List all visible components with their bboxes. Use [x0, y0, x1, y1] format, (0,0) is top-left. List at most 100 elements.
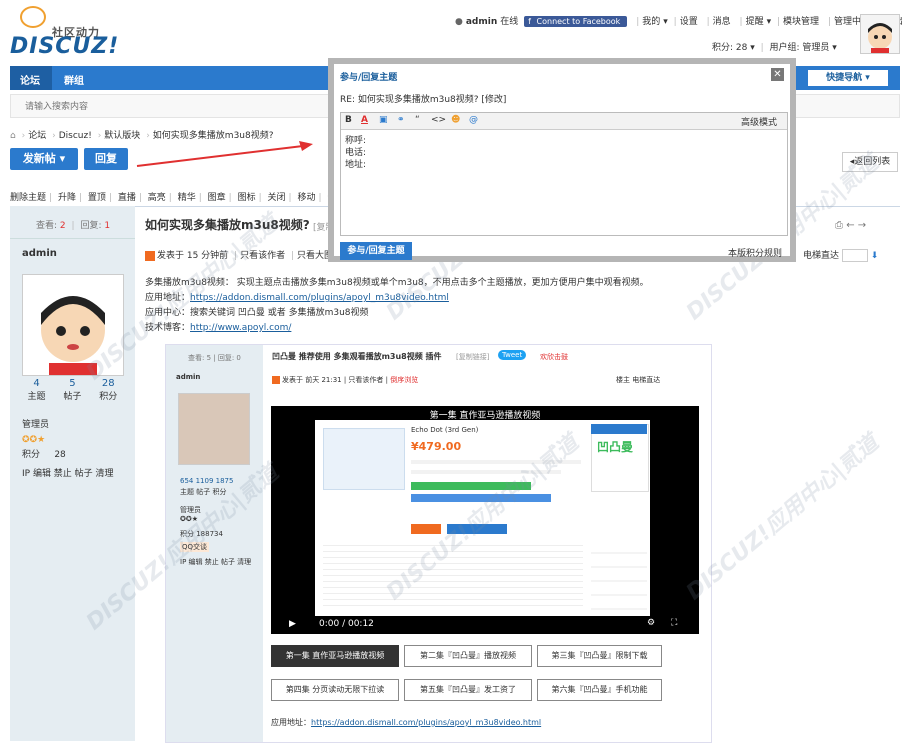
- view-stats: 查看: 2 | 回复: 1: [10, 206, 135, 239]
- username[interactable]: admin: [466, 17, 497, 27]
- episode-1-button[interactable]: 第一集 直作亚马逊播放视频: [271, 645, 399, 667]
- mod-sticky[interactable]: 置顶: [88, 193, 106, 203]
- content-line-1: 多集播放m3u8视频： 实现主题点击播放多集m3u8视频或单个m3u8，不用点击…: [145, 278, 649, 288]
- link-settings[interactable]: 设置: [680, 17, 698, 27]
- video-player[interactable]: 第一集 直作亚马逊播放视频 Echo Dot (3rd Gen) ¥479.00…: [271, 406, 699, 634]
- dialog-close-icon[interactable]: ✕: [771, 68, 784, 81]
- link-icon[interactable]: ⚭: [397, 115, 405, 125]
- usergroup[interactable]: 用户组: 管理员: [770, 43, 830, 53]
- mod-icon[interactable]: 图标: [238, 193, 256, 203]
- reply-dialog: 参与/回复主题 ✕ RE: 如何实现多集播放m3u8视频? [修改] B A ▣…: [328, 58, 796, 262]
- link-modules[interactable]: 模块管理: [783, 17, 819, 27]
- stat-credits-num[interactable]: 28: [102, 378, 115, 389]
- facebook-connect-button[interactable]: f Connect to Facebook: [524, 16, 628, 27]
- replies-label: 回复:: [80, 221, 102, 231]
- nav-group[interactable]: 群组: [64, 72, 84, 87]
- embed-hot-text: 欢欣击鼓: [540, 353, 568, 361]
- page-tools: ⎙ ← →: [835, 220, 866, 231]
- smiley-icon[interactable]: ☻: [451, 115, 460, 125]
- mod-move[interactable]: 移动: [297, 193, 315, 203]
- back-to-list-button[interactable]: ◂返回列表: [842, 152, 898, 172]
- episode-5-button[interactable]: 第五集『凹凸曼』发工资了: [404, 679, 532, 701]
- mod-delete[interactable]: 删除主题: [10, 193, 46, 203]
- embed-title: 凹凸曼 推荐使用 多集观看播放m3u8视频 插件: [272, 352, 442, 361]
- mod-close[interactable]: 关闭: [268, 193, 286, 203]
- font-color-icon[interactable]: A: [361, 115, 368, 125]
- image-icon[interactable]: ▣: [379, 115, 388, 125]
- stat-threads-num[interactable]: 4: [33, 378, 39, 389]
- episode-2-button[interactable]: 第二集『凹凸曼』播放视频: [404, 645, 532, 667]
- content-line-4: 技术博客：: [145, 323, 191, 333]
- user-credits-bar: 积分: 28 ▾ | 用户组: 管理员 ▾: [712, 43, 837, 53]
- settings-icon[interactable]: ⚙: [647, 618, 655, 628]
- online-status: 在线: [500, 17, 519, 27]
- reply-button[interactable]: 回复: [84, 148, 128, 170]
- advanced-mode-link[interactable]: 高级模式: [741, 115, 777, 128]
- mod-digest[interactable]: 精华: [178, 193, 196, 203]
- floor-nav: 电梯直达 ⬇: [803, 248, 878, 262]
- embed-address-link: https://addon.dismall.com/plugins/apoyl_…: [311, 718, 542, 727]
- content-line-3: 应用中心：搜索关键词 凹凸曼 或者 多集播放m3u8视频: [145, 308, 369, 318]
- new-thread-button[interactable]: 发新帖 ▾: [10, 148, 78, 170]
- quick-nav-button[interactable]: 快捷导航 ▾: [808, 70, 888, 86]
- quote-icon[interactable]: “: [415, 115, 420, 125]
- user-icon: ●: [455, 17, 463, 27]
- credit-value: 28: [54, 450, 66, 460]
- episode-3-button[interactable]: 第三集『凹凸曼』限制下载: [537, 645, 662, 667]
- logo-bubble-icon: [20, 6, 46, 28]
- breadcrumb-forum[interactable]: 论坛: [28, 131, 46, 141]
- admin-links[interactable]: IP 编辑 禁止 帖子 清理: [22, 467, 114, 482]
- reply-textarea[interactable]: 称呼: 电话: 地址:: [343, 133, 785, 235]
- embed-group: 管理员: [180, 506, 201, 514]
- embed-views: 查看: 5 | 回复: 0: [188, 354, 241, 362]
- submit-reply-button[interactable]: 参与/回复主题: [340, 242, 412, 260]
- link-mine[interactable]: 我的: [642, 17, 660, 27]
- print-icon[interactable]: ⎙: [835, 220, 843, 231]
- episode-4-button[interactable]: 第四集 分页读动无限下拉读: [271, 679, 399, 701]
- thread-title: 如何实现多集播放m3u8视频?: [145, 218, 310, 232]
- credits[interactable]: 积分: 28: [712, 43, 747, 53]
- facebook-icon: f: [528, 17, 531, 26]
- mod-live[interactable]: 直播: [118, 193, 136, 203]
- author-avatar-icon: [41, 296, 105, 375]
- author-group[interactable]: 管理员: [22, 418, 114, 433]
- author-name[interactable]: admin: [22, 248, 57, 259]
- embed-posted-text: 发表于 前天 21:31 | 只看该作者 |: [282, 376, 389, 384]
- search-input[interactable]: [23, 98, 327, 116]
- app-url-link[interactable]: https://addon.dismall.com/plugins/apoyl_…: [190, 293, 449, 303]
- credit-rules-link[interactable]: 本版积分规则: [728, 246, 782, 259]
- author-avatar[interactable]: [22, 274, 124, 376]
- home-icon[interactable]: ⌂: [10, 131, 16, 141]
- play-icon[interactable]: ▶: [289, 619, 296, 629]
- at-icon[interactable]: @: [469, 115, 478, 125]
- code-icon[interactable]: <>: [431, 115, 446, 125]
- only-author-link[interactable]: 只看该作者: [240, 251, 285, 261]
- next-thread-icon[interactable]: →: [858, 220, 866, 231]
- avatar[interactable]: [860, 14, 900, 54]
- author-stats: 4 主题 5 帖子 28 积分: [20, 378, 130, 402]
- site-logo[interactable]: 社区动力 DISCUZ!: [10, 4, 130, 59]
- embed-baby-photo: [178, 393, 250, 465]
- bold-icon[interactable]: B: [345, 115, 352, 125]
- nav-forum[interactable]: 论坛: [20, 72, 40, 87]
- fullscreen-icon[interactable]: ⛶: [671, 618, 677, 628]
- prev-thread-icon[interactable]: ←: [846, 220, 854, 231]
- mod-highlight[interactable]: 高亮: [148, 193, 166, 203]
- post-meta: 发表于 15 分钟前 | 只看该作者 | 只看大图: [145, 248, 333, 261]
- embed-stars-icon: ✪✪★: [180, 515, 199, 523]
- embed-admin-links: IP 编辑 禁止 帖子 清理: [180, 558, 252, 566]
- moderation-toolbar: 删除主题 | 升降 | 置顶 | 直播 | 高亮 | 精华 | 图章 | 图标 | 关闭 | 移动…: [10, 190, 345, 203]
- mod-bump[interactable]: 升降: [58, 193, 76, 203]
- link-reminders[interactable]: 提醒: [746, 17, 764, 27]
- floor-jump-input[interactable]: [841, 249, 868, 262]
- breadcrumb-discuz[interactable]: Discuz!: [59, 131, 92, 141]
- stat-posts-num[interactable]: 5: [69, 378, 75, 389]
- back-list-label: 返回列表: [854, 157, 891, 167]
- floor-jump-icon[interactable]: ⬇: [871, 251, 879, 261]
- avatar-cartoon-icon: [868, 23, 892, 53]
- link-messages[interactable]: 消息: [713, 17, 731, 27]
- blog-url-link[interactable]: http://www.apoyl.com/: [190, 323, 291, 333]
- mod-stamp[interactable]: 图章: [208, 193, 226, 203]
- episode-6-button[interactable]: 第六集『凹凸曼』手机功能: [537, 679, 662, 701]
- embed-stats-labels: 主题 帖子 积分: [180, 488, 227, 496]
